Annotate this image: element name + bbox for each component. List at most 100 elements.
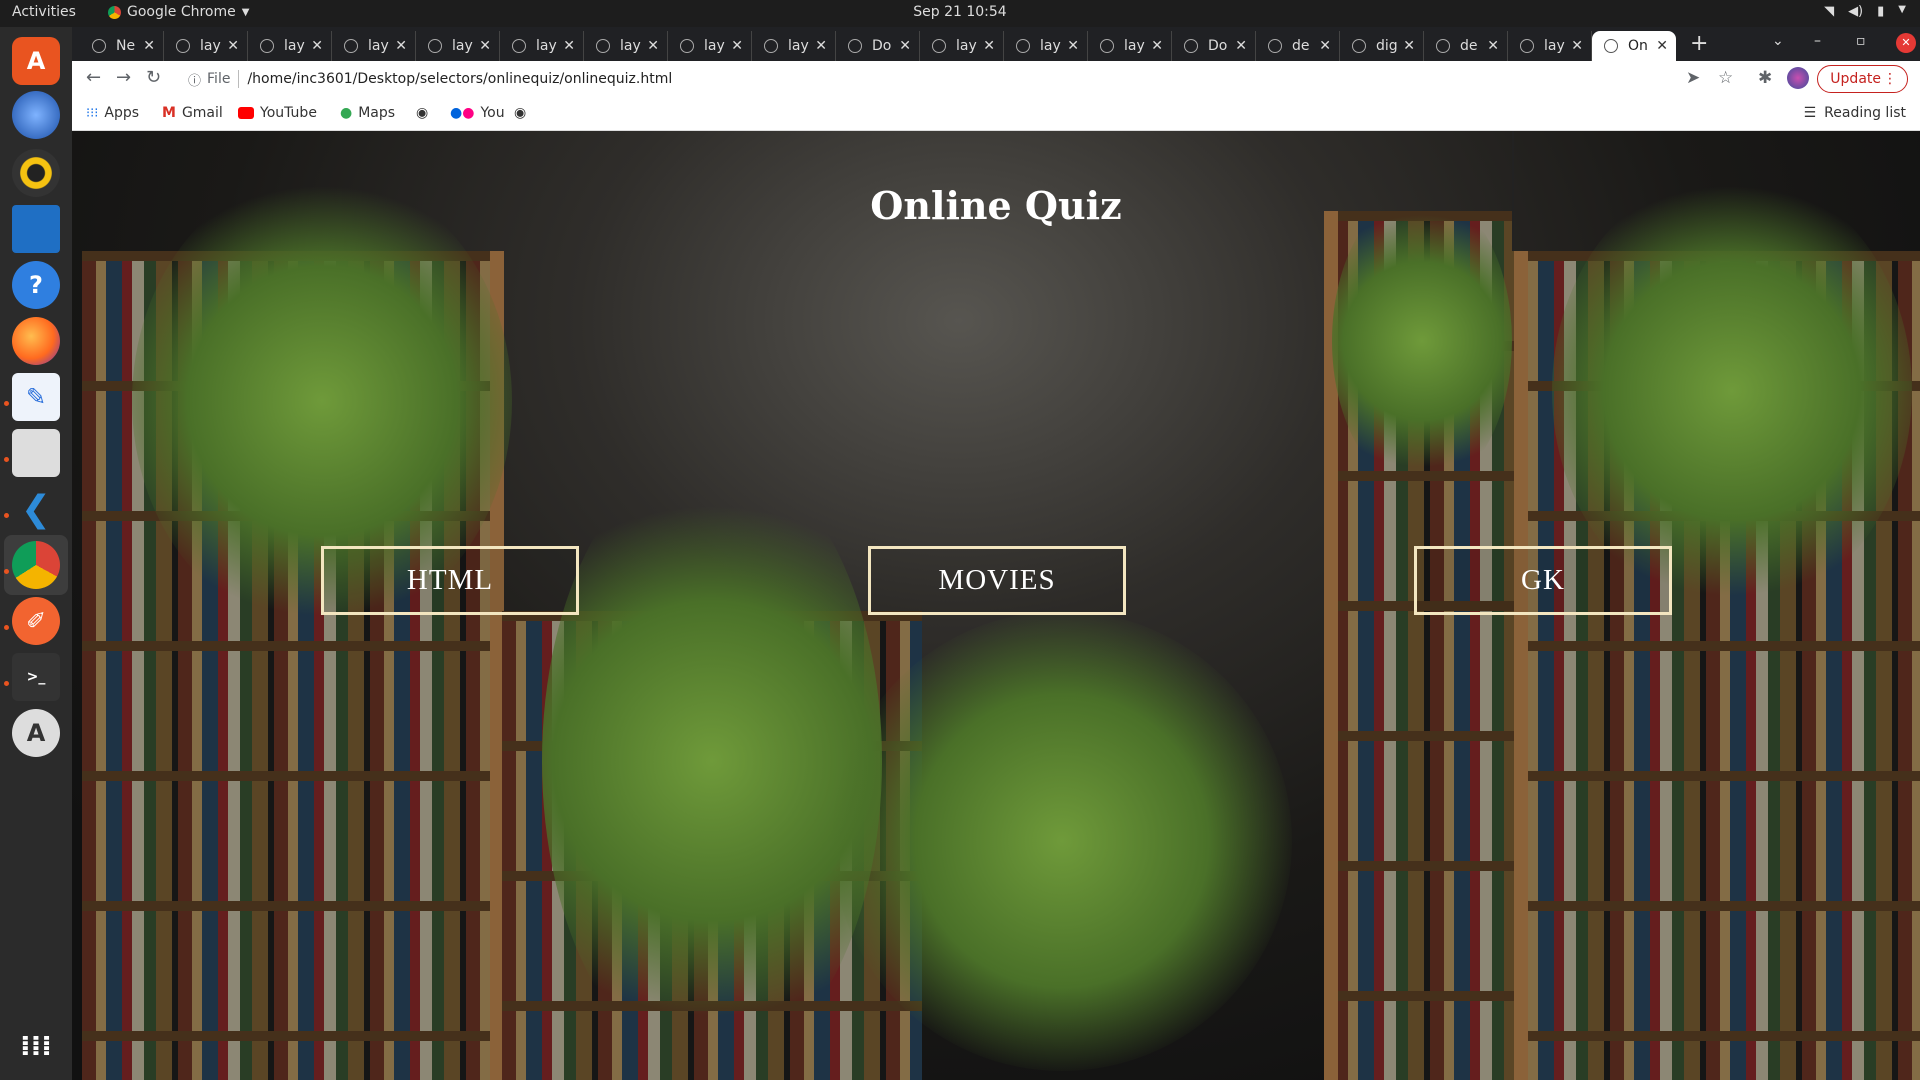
close-icon[interactable]: ✕	[143, 38, 155, 54]
tab[interactable]: lay ✕	[668, 31, 752, 61]
tab-label: lay	[200, 38, 221, 54]
globe-icon	[512, 39, 526, 53]
tab-active[interactable]: On ✕	[1592, 31, 1676, 61]
help-icon[interactable]: ?	[12, 261, 60, 309]
address-url[interactable]: /home/inc3601/Desktop/selectors/onlinequ…	[247, 71, 672, 87]
close-icon[interactable]: ✕	[1067, 38, 1079, 54]
libreoffice-writer-icon[interactable]	[12, 205, 60, 253]
globe-icon: ◉	[514, 105, 527, 121]
close-icon[interactable]: ✕	[227, 38, 239, 54]
close-icon[interactable]: ✕	[1487, 38, 1499, 54]
tab[interactable]: de ✕	[1256, 31, 1340, 61]
tab[interactable]: lay ✕	[1088, 31, 1172, 61]
info-icon[interactable]: ⓘ	[188, 70, 201, 89]
tab-search-icon[interactable]: ⌄	[1772, 33, 1784, 49]
tab[interactable]: dig ✕	[1340, 31, 1424, 61]
quiz-button-movies[interactable]: MOVIES	[868, 546, 1126, 615]
system-tray[interactable]: ◥ ◀) ▮ ▼	[1824, 4, 1906, 19]
close-icon[interactable]: ✕	[983, 38, 995, 54]
reload-icon[interactable]: ↻	[146, 67, 161, 88]
tab[interactable]: lay ✕	[416, 31, 500, 61]
close-icon[interactable]: ✕	[479, 38, 491, 54]
color-picker-icon[interactable]: ✐	[12, 597, 60, 645]
tab-label: lay	[956, 38, 977, 54]
bookmark-apps[interactable]: ⁝⁝⁝ Apps	[86, 105, 139, 121]
tab[interactable]: de ✕	[1424, 31, 1508, 61]
firefox-icon[interactable]	[12, 317, 60, 365]
globe-icon	[764, 39, 778, 53]
tab[interactable]: Do ✕	[836, 31, 920, 61]
chevron-down-icon: ▼	[1898, 4, 1906, 15]
bookmark-label: YouTube	[260, 105, 317, 121]
bookshelf-far-right-post	[1514, 251, 1528, 1080]
close-icon[interactable]: ✕	[647, 38, 659, 54]
bookmark-maps[interactable]: ● Maps	[340, 105, 395, 121]
close-icon[interactable]: ✕	[1403, 38, 1415, 54]
tab[interactable]: lay ✕	[1004, 31, 1088, 61]
page-viewport: Online Quiz HTML MOVIES GK	[72, 131, 1920, 1080]
restore-icon[interactable]: ▫	[1856, 33, 1866, 49]
globe-icon	[1604, 39, 1618, 53]
bookmark-you[interactable]: ●● You	[450, 105, 505, 121]
send-tab-icon[interactable]: ➤	[1686, 68, 1700, 88]
bookmark-star-icon[interactable]: ☆	[1718, 68, 1733, 88]
quiz-button-html[interactable]: HTML	[321, 546, 579, 615]
new-tab-button[interactable]: +	[1690, 31, 1708, 56]
text-editor-icon[interactable]: ✎	[12, 373, 60, 421]
tab[interactable]: lay ✕	[752, 31, 836, 61]
tab[interactable]: Do ✕	[1172, 31, 1256, 61]
bookmark-globe[interactable]: ◉	[514, 105, 526, 121]
vscode-icon[interactable]: ❮	[12, 485, 60, 533]
update-label: Update	[1830, 71, 1881, 87]
profile-avatar[interactable]	[1787, 67, 1809, 89]
globe-icon	[344, 39, 358, 53]
close-icon[interactable]: ✕	[311, 38, 323, 54]
reading-list-button[interactable]: ☰ Reading list	[1804, 105, 1906, 121]
update-button[interactable]: Update ⋮	[1817, 65, 1908, 93]
thunderbird-icon[interactable]	[12, 91, 60, 139]
tab-label: lay	[1124, 38, 1145, 54]
close-icon[interactable]: ✕	[731, 38, 743, 54]
files-icon[interactable]	[12, 429, 60, 477]
software-center-icon[interactable]: A	[12, 37, 60, 85]
close-icon[interactable]: ✕	[1235, 38, 1247, 54]
close-window-icon[interactable]: ✕	[1896, 33, 1916, 53]
close-icon[interactable]: ✕	[1571, 38, 1583, 54]
clock[interactable]: Sep 21 10:54	[0, 4, 1920, 20]
close-icon[interactable]: ✕	[1151, 38, 1163, 54]
back-icon[interactable]: ←	[86, 67, 101, 88]
close-icon[interactable]: ✕	[815, 38, 827, 54]
tab[interactable]: lay ✕	[248, 31, 332, 61]
bookmark-globe[interactable]: ◉	[416, 105, 428, 121]
tab[interactable]: lay ✕	[500, 31, 584, 61]
close-icon[interactable]: ✕	[1319, 38, 1331, 54]
bookmark-gmail[interactable]: M Gmail	[162, 105, 223, 121]
tab-label: lay	[620, 38, 641, 54]
minimize-icon[interactable]: –	[1814, 33, 1821, 49]
tab[interactable]: lay ✕	[164, 31, 248, 61]
ivy-foliage	[832, 611, 1292, 1071]
close-icon[interactable]: ✕	[563, 38, 575, 54]
chrome-icon[interactable]	[12, 541, 60, 589]
quiz-button-gk[interactable]: GK	[1414, 546, 1672, 615]
running-indicator	[4, 457, 9, 462]
close-icon[interactable]: ✕	[899, 38, 911, 54]
bookmark-label: Gmail	[181, 105, 223, 121]
extensions-puzzle-icon[interactable]: ✱	[1758, 68, 1772, 88]
tab-label: lay	[452, 38, 473, 54]
tab[interactable]: lay ✕	[920, 31, 1004, 61]
rhythmbox-icon[interactable]	[12, 149, 60, 197]
tab[interactable]: lay ✕	[1508, 31, 1592, 61]
tab[interactable]: lay ✕	[584, 31, 668, 61]
close-icon[interactable]: ✕	[1656, 38, 1668, 54]
address-scheme: File	[207, 71, 231, 87]
bookmark-youtube[interactable]: YouTube	[238, 105, 317, 121]
tab[interactable]: Ne ✕	[80, 31, 164, 61]
software-updater-icon[interactable]: A	[12, 709, 60, 757]
forward-icon[interactable]: →	[116, 67, 131, 88]
terminal-icon[interactable]: >_	[12, 653, 60, 701]
show-apps-icon[interactable]: ⁞⁞⁞	[12, 1021, 60, 1069]
tab[interactable]: lay ✕	[332, 31, 416, 61]
close-icon[interactable]: ✕	[395, 38, 407, 54]
address-bar[interactable]: ⓘ File /home/inc3601/Desktop/selectors/o…	[176, 65, 1736, 93]
